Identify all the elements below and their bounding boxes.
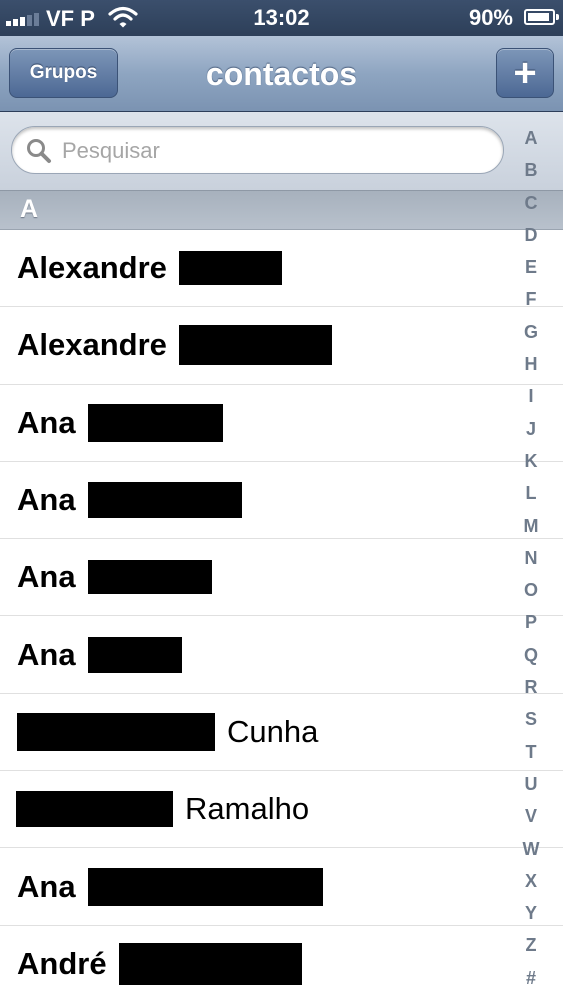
contact-row[interactable]: Ana [0, 462, 563, 540]
contact-last-name: Ramalho [185, 791, 310, 827]
index-letter[interactable]: A [525, 128, 538, 148]
alphabet-index[interactable]: A B C D E F G H I J K L M N O P Q R S T U V W X Y Z # [510, 128, 552, 988]
battery-icon [524, 9, 559, 25]
contact-list: Alexandre Alexandre Ana Ana Ana Ana Cunh… [0, 230, 563, 1003]
index-letter[interactable]: V [525, 806, 537, 826]
search-field[interactable] [11, 126, 504, 174]
add-contact-button[interactable]: + [496, 48, 554, 98]
index-letter[interactable]: I [528, 386, 533, 406]
groups-button[interactable]: Grupos [9, 48, 118, 98]
contact-row[interactable]: Alexandre [0, 307, 563, 385]
navigation-bar: contactos Grupos + [0, 36, 563, 112]
search-icon [26, 138, 52, 169]
search-input[interactable] [60, 133, 484, 169]
redacted-surname [118, 943, 302, 986]
index-letter[interactable]: # [526, 968, 536, 988]
index-letter[interactable]: M [524, 516, 539, 536]
redacted-surname [178, 251, 282, 286]
redacted-surname [87, 636, 182, 673]
index-letter[interactable]: K [525, 451, 538, 471]
redacted-surname [87, 482, 242, 519]
index-letter[interactable]: D [525, 225, 538, 245]
contact-first-name: Ana [17, 559, 76, 595]
battery-percentage: 90% [468, 5, 513, 30]
index-letter[interactable]: P [525, 612, 537, 632]
index-letter[interactable]: R [525, 677, 538, 697]
contact-row[interactable]: Ramalho [0, 771, 563, 849]
contact-row[interactable]: André [0, 926, 563, 1003]
section-letter: A [20, 195, 39, 223]
status-bar: VF P 13:02 90% [0, 0, 563, 36]
index-letter[interactable]: E [525, 257, 537, 277]
index-letter[interactable]: Q [524, 645, 538, 665]
battery-level-fill [528, 13, 549, 21]
index-letter[interactable]: B [525, 160, 538, 180]
index-letter[interactable]: F [526, 289, 537, 309]
section-header: A [0, 190, 563, 230]
index-letter[interactable]: Y [525, 903, 537, 923]
index-letter[interactable]: H [525, 354, 538, 374]
contact-row[interactable]: Ana [0, 616, 563, 694]
contact-first-name: Ana [17, 482, 76, 518]
index-letter[interactable]: L [526, 483, 537, 503]
index-letter[interactable]: T [526, 742, 537, 762]
contact-first-name: Ana [17, 636, 76, 672]
index-letter[interactable]: W [523, 839, 540, 859]
contact-row[interactable]: Ana [0, 539, 563, 617]
index-letter[interactable]: C [525, 193, 538, 213]
redacted-surname [87, 867, 323, 906]
contact-first-name: Alexandre [17, 250, 167, 286]
index-letter[interactable]: X [525, 871, 537, 891]
contact-first-name: Ana [17, 404, 76, 440]
contact-row[interactable]: Cunha [0, 694, 563, 772]
contact-last-name: Cunha [227, 713, 319, 749]
contact-row[interactable]: Ana [0, 848, 563, 926]
redacted-first-name [17, 712, 215, 751]
redacted-surname [87, 560, 212, 595]
index-letter[interactable]: O [524, 580, 538, 600]
redacted-surname [87, 403, 223, 442]
contact-row[interactable]: Ana [0, 385, 563, 462]
index-letter[interactable]: Z [526, 935, 537, 955]
redacted-surname [178, 325, 332, 366]
contact-row[interactable]: Alexandre [0, 230, 563, 308]
contact-first-name: Alexandre [17, 327, 167, 363]
index-letter[interactable]: G [524, 322, 538, 342]
redacted-first-name [16, 791, 173, 828]
contact-first-name: André [17, 946, 107, 982]
index-letter[interactable]: U [525, 774, 538, 794]
plus-icon: + [513, 51, 537, 95]
index-letter[interactable]: J [526, 419, 536, 439]
search-bar [0, 112, 563, 190]
index-letter[interactable]: S [525, 709, 537, 729]
index-letter[interactable]: N [525, 548, 538, 568]
contact-first-name: Ana [17, 868, 76, 904]
